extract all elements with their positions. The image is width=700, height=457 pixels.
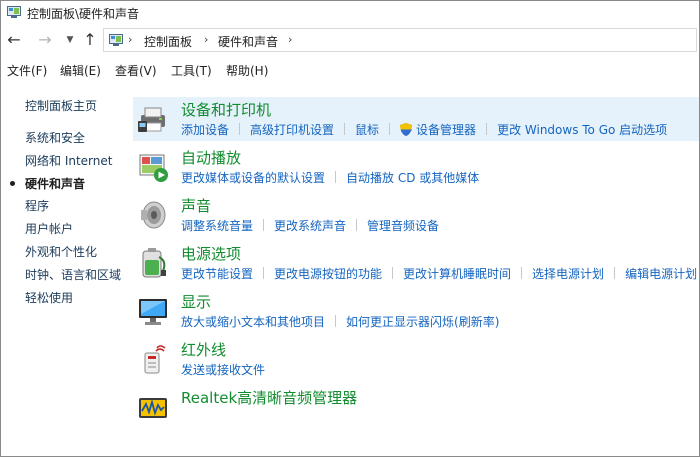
category-links: 更改媒体或设备的默认设置 自动播放 CD 或其他媒体 xyxy=(181,169,479,185)
link-adjust-volume[interactable]: 调整系统音量 xyxy=(181,219,253,233)
link-add-device[interactable]: 添加设备 xyxy=(181,123,229,137)
control-panel-icon xyxy=(109,34,123,46)
link-separator xyxy=(614,267,616,279)
address-bar[interactable]: › 控制面板 › 硬件和声音 › xyxy=(103,28,697,52)
link-mouse[interactable]: 鼠标 xyxy=(355,123,379,137)
control-panel-window: 控制面板\硬件和声音 ← → ▼ ↑ › 控制面板 › 硬件和声音 › 文件(F… xyxy=(0,0,700,457)
category-title[interactable]: Realtek高清晰音频管理器 xyxy=(181,387,357,408)
link-separator xyxy=(335,315,337,327)
back-arrow-icon[interactable]: ← xyxy=(5,29,23,51)
category-devices-printers: 设备和打印机 添加设备 高级打印机设置 鼠标 设备管理器 更改 Windows To G… xyxy=(133,97,699,141)
category-links: 发送或接收文件 xyxy=(181,361,265,377)
link-separator xyxy=(239,123,241,135)
left-nav-ease-of-access[interactable]: 轻松使用 xyxy=(25,289,73,306)
monitor-icon xyxy=(139,299,167,325)
category-autoplay: 自动播放 更改媒体或设备的默认设置 自动播放 CD 或其他媒体 xyxy=(133,145,699,189)
link-separator xyxy=(335,171,337,183)
link-change-power-saving[interactable]: 更改节能设置 xyxy=(181,267,253,281)
menu-bar: 文件(F) 编辑(E) 查看(V) 工具(T) 帮助(H) xyxy=(1,60,699,80)
autoplay-icon xyxy=(139,154,168,182)
battery-icon xyxy=(142,248,166,278)
category-title[interactable]: 设备和打印机 xyxy=(181,99,271,120)
left-nav-programs[interactable]: 程序 xyxy=(25,197,49,214)
link-separator xyxy=(263,219,265,231)
link-separator xyxy=(344,123,346,135)
link-autoplay-cd[interactable]: 自动播放 CD 或其他媒体 xyxy=(346,171,479,185)
link-windows-to-go[interactable]: 更改 Windows To Go 启动选项 xyxy=(497,123,667,137)
shield-icon xyxy=(400,123,413,136)
forward-arrow-icon[interactable]: → xyxy=(36,29,54,51)
link-device-manager[interactable]: 设备管理器 xyxy=(416,123,476,137)
breadcrumb-chevron-icon[interactable]: › xyxy=(204,33,208,46)
category-realtek-audio: Realtek高清晰音频管理器 xyxy=(133,385,699,429)
category-title[interactable]: 声音 xyxy=(181,195,211,216)
category-infrared: 红外线 发送或接收文件 xyxy=(133,337,699,381)
link-refresh-rate[interactable]: 如何更正显示器闪烁(刷新率) xyxy=(346,315,499,329)
link-edit-power-plan[interactable]: 编辑电源计划 xyxy=(625,267,697,281)
link-power-button-function[interactable]: 更改电源按钮的功能 xyxy=(274,267,382,281)
left-nav-network-internet[interactable]: 网络和 Internet xyxy=(25,152,112,169)
breadcrumb-item-control-panel[interactable]: 控制面板 xyxy=(144,33,192,50)
link-separator xyxy=(263,267,265,279)
breadcrumb-chevron-icon[interactable]: › xyxy=(128,33,132,46)
category-title[interactable]: 自动播放 xyxy=(181,147,241,168)
control-panel-icon xyxy=(7,6,21,18)
breadcrumb-item-hardware-sound[interactable]: 硬件和声音 xyxy=(218,33,278,50)
link-change-media-defaults[interactable]: 更改媒体或设备的默认设置 xyxy=(181,171,325,185)
left-nav-appearance[interactable]: 外观和个性化 xyxy=(25,243,97,260)
category-links: 调整系统音量 更改系统声音 管理音频设备 xyxy=(181,217,439,233)
category-links: 添加设备 高级打印机设置 鼠标 设备管理器 更改 Windows To Go 启动选项 xyxy=(181,121,667,137)
link-advanced-printer-settings[interactable]: 高级打印机设置 xyxy=(250,123,334,137)
category-power-options: 电源选项 更改节能设置 更改电源按钮的功能 更改计算机睡眠时间 选择电源计划 编辑电源计… xyxy=(133,241,699,285)
left-nav-system-security[interactable]: 系统和安全 xyxy=(25,129,85,146)
category-display: 显示 放大或缩小文本和其他项目 如何更正显示器闪烁(刷新率) xyxy=(133,289,699,333)
left-nav-hardware-sound[interactable]: 硬件和声音 xyxy=(25,175,85,192)
current-item-bullet xyxy=(10,181,15,186)
speaker-icon xyxy=(141,201,166,229)
link-change-system-sounds[interactable]: 更改系统声音 xyxy=(274,219,346,233)
menu-tools[interactable]: 工具(T) xyxy=(171,62,212,79)
breadcrumb-chevron-icon[interactable]: › xyxy=(288,33,292,46)
menu-view[interactable]: 查看(V) xyxy=(115,62,157,79)
link-manage-audio-devices[interactable]: 管理音频设备 xyxy=(367,219,439,233)
category-sound: 声音 调整系统音量 更改系统声音 管理音频设备 xyxy=(133,193,699,237)
realtek-audio-icon xyxy=(139,398,167,418)
link-separator xyxy=(486,123,488,135)
category-title[interactable]: 红外线 xyxy=(181,339,226,360)
up-arrow-icon[interactable]: ↑ xyxy=(81,29,99,51)
title-bar: 控制面板\硬件和声音 xyxy=(1,1,699,25)
menu-edit[interactable]: 编辑(E) xyxy=(60,62,101,79)
menu-help[interactable]: 帮助(H) xyxy=(226,62,268,79)
left-nav-home[interactable]: 控制面板主页 xyxy=(25,97,97,114)
printer-icon xyxy=(138,107,165,132)
link-sleep-time[interactable]: 更改计算机睡眠时间 xyxy=(403,267,511,281)
menu-file[interactable]: 文件(F) xyxy=(7,62,47,79)
navigation-bar: ← → ▼ ↑ › 控制面板 › 硬件和声音 › xyxy=(1,27,699,55)
left-nav-clock-language-region[interactable]: 时钟、语言和区域 xyxy=(25,266,121,283)
category-title[interactable]: 电源选项 xyxy=(181,243,241,264)
category-links: 放大或缩小文本和其他项目 如何更正显示器闪烁(刷新率) xyxy=(181,313,499,329)
window-title: 控制面板\硬件和声音 xyxy=(27,7,140,21)
link-text-size[interactable]: 放大或缩小文本和其他项目 xyxy=(181,315,325,329)
link-choose-power-plan[interactable]: 选择电源计划 xyxy=(532,267,604,281)
infrared-icon xyxy=(144,345,166,374)
link-separator xyxy=(356,219,358,231)
chevron-down-icon[interactable]: ▼ xyxy=(61,29,79,51)
link-send-receive-files[interactable]: 发送或接收文件 xyxy=(181,363,265,377)
category-links: 更改节能设置 更改电源按钮的功能 更改计算机睡眠时间 选择电源计划 编辑电源计划 xyxy=(181,265,697,281)
left-nav-user-accounts[interactable]: 用户帐户 xyxy=(25,220,73,237)
link-separator xyxy=(389,123,391,135)
link-separator xyxy=(521,267,523,279)
category-title[interactable]: 显示 xyxy=(181,291,211,312)
link-separator xyxy=(392,267,394,279)
